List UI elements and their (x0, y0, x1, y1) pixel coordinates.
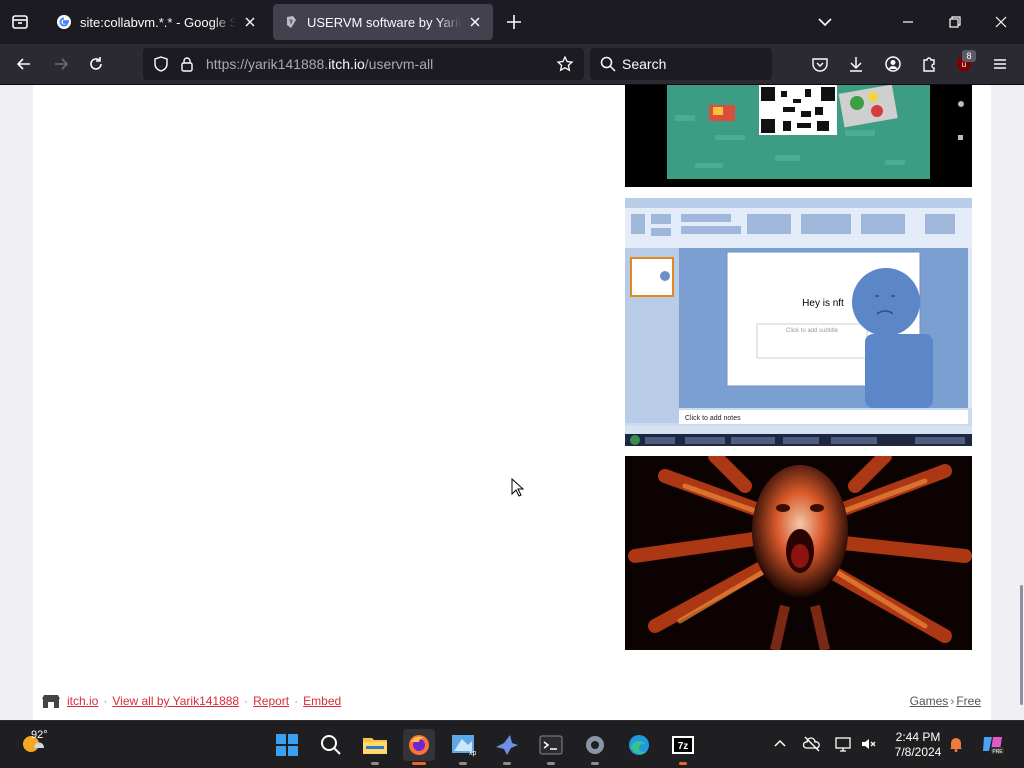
search-icon (321, 735, 341, 755)
taskbar-file-explorer[interactable] (359, 729, 391, 765)
itchio-logo-icon[interactable] (42, 693, 60, 709)
search-bar[interactable]: Search (590, 48, 772, 80)
clock-date: 7/8/2024 (894, 745, 942, 759)
screenshot-qr-code-3d-scene[interactable] (625, 85, 972, 187)
extensions-badge: 8 (962, 50, 976, 62)
screenshot-screaming-face[interactable] (625, 456, 972, 650)
7zip-icon: 7z (672, 736, 694, 754)
firefox-icon (409, 735, 429, 755)
close-tab-icon[interactable] (467, 14, 483, 30)
downloads-icon[interactable] (846, 54, 866, 74)
start-button[interactable] (271, 729, 303, 761)
new-tab-icon[interactable] (504, 12, 524, 32)
taskbar-edge[interactable] (623, 729, 655, 761)
extensions-icon[interactable] (919, 54, 939, 74)
show-hidden-icons-icon[interactable] (771, 735, 789, 753)
footer-links: itch.io · View all by Yarik141888 · Report · E… (67, 694, 342, 708)
url-text[interactable]: https://yarik141888.itch.io/uservm-all (206, 56, 433, 72)
start-icon (276, 734, 298, 756)
close-window-icon[interactable] (991, 12, 1011, 32)
search-placeholder: Search (622, 56, 667, 72)
svg-text:PRE: PRE (992, 749, 1003, 755)
terminal-icon (539, 735, 563, 755)
clock-time: 2:44 PM (895, 730, 941, 744)
google-icon (57, 15, 71, 29)
back-icon[interactable] (14, 54, 34, 74)
footer-link-embed[interactable]: Embed (303, 694, 341, 708)
url-bar[interactable]: https://yarik141888.itch.io/uservm-all (143, 48, 584, 80)
page-scrollbar[interactable] (1018, 85, 1024, 720)
tab-uservm[interactable]: USERVM software by Yarik141888 (273, 4, 493, 40)
tab-bar: site:collabvm.*.* - Google Search USERVM… (0, 0, 1024, 44)
taskbar-windows-xp-vm[interactable]: xp (447, 729, 479, 765)
pocket-icon[interactable] (810, 54, 830, 74)
system-clock[interactable]: 2:44 PM 7/8/2024 (888, 730, 948, 760)
search-icon (600, 56, 616, 72)
copilot-pre-icon[interactable]: PRE (981, 733, 1005, 755)
footer-link-view-all[interactable]: View all by Yarik141888 (112, 694, 239, 708)
screenshot-powerpoint-slide[interactable]: Hey is nft Click to add subtitle Click t… (625, 198, 972, 446)
volume-muted-icon[interactable] (859, 735, 877, 753)
windows-xp-icon: xp (452, 735, 476, 757)
taskbar-bird-app[interactable] (491, 729, 523, 765)
footer-breadcrumb: Games › Free (909, 694, 981, 708)
settings-icon (586, 736, 604, 754)
taskbar-terminal[interactable] (535, 729, 567, 765)
forward-icon[interactable] (51, 54, 71, 74)
notification-bell-icon[interactable] (947, 735, 965, 753)
file-explorer-icon (363, 738, 387, 754)
navigation-toolbar: https://yarik141888.itch.io/uservm-all S… (0, 44, 1024, 85)
edge-icon (629, 735, 649, 755)
mouse-cursor-icon (511, 478, 524, 497)
slide-title: Hey is nft (802, 298, 844, 309)
scrollbar-thumb[interactable] (1020, 585, 1023, 705)
list-all-tabs-icon[interactable] (815, 12, 835, 32)
taskbar-settings[interactable] (579, 729, 611, 765)
onedrive-offline-icon[interactable] (803, 735, 821, 753)
slide-subtitle-placeholder: Click to add subtitle (786, 328, 839, 334)
itchio-icon (287, 16, 296, 28)
page-content: Hey is nft Click to add subtitle Click t… (0, 85, 1018, 720)
notes-placeholder: Click to add notes (685, 415, 741, 422)
tab-google-search[interactable]: site:collabvm.*.* - Google Search (46, 4, 268, 40)
page-footer: itch.io · View all by Yarik141888 · Report · E… (33, 690, 991, 714)
taskbar-firefox[interactable] (403, 729, 435, 765)
bird-app-icon (496, 735, 518, 755)
footer-link-itchio[interactable]: itch.io (67, 694, 98, 708)
svg-text:7z: 7z (678, 741, 689, 752)
lock-icon[interactable] (178, 55, 196, 73)
close-tab-icon[interactable] (242, 14, 258, 30)
footer-link-report[interactable]: Report (253, 694, 289, 708)
taskbar: 92° xp 7z 2:44 PM 7/8/2024 PRE (0, 720, 1024, 768)
tracking-protection-icon[interactable] (152, 55, 170, 73)
taskbar-7zip[interactable]: 7z (667, 729, 699, 765)
restore-icon[interactable] (945, 12, 965, 32)
weather-temperature: 92° (31, 729, 48, 741)
reload-icon[interactable] (86, 54, 106, 74)
svg-text:xp: xp (469, 750, 476, 757)
taskbar-search-button[interactable] (315, 729, 347, 761)
tab-title: site:collabvm.*.* - Google Search (80, 14, 236, 30)
firefox-view-icon[interactable] (8, 10, 32, 34)
tab-title: USERVM software by Yarik141888 (307, 14, 461, 30)
account-icon[interactable] (883, 54, 903, 74)
breadcrumb-free[interactable]: Free (956, 694, 981, 708)
bookmark-star-icon[interactable] (556, 55, 574, 73)
minimize-icon[interactable] (898, 12, 918, 32)
network-icon[interactable] (834, 735, 852, 753)
breadcrumb-games[interactable]: Games (910, 694, 949, 708)
menu-icon[interactable] (990, 54, 1010, 74)
